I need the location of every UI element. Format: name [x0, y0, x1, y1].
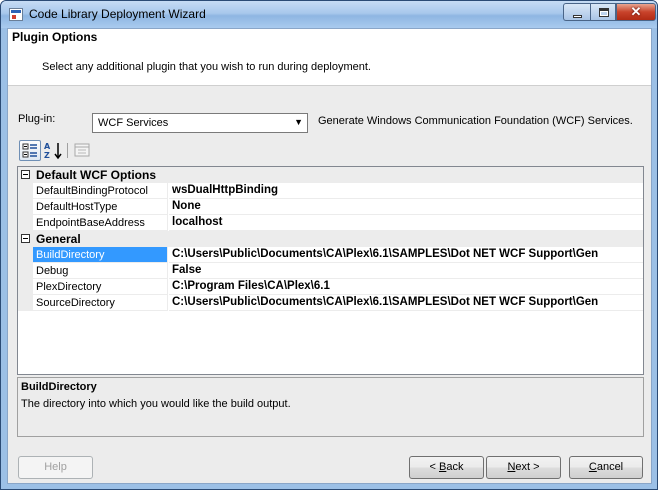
- row-margin: [18, 295, 33, 311]
- property-value[interactable]: False: [169, 263, 643, 279]
- property-name[interactable]: PlexDirectory: [33, 279, 168, 295]
- property-name[interactable]: DefaultHostType: [33, 199, 168, 215]
- property-row[interactable]: DefaultHostType None: [18, 199, 643, 215]
- cancel-button[interactable]: Cancel: [569, 456, 643, 479]
- page-description: Select any additional plugin that you wi…: [42, 61, 371, 73]
- maximize-icon: [599, 8, 609, 17]
- alphabetical-button[interactable]: A Z: [43, 140, 65, 161]
- row-margin: [18, 263, 33, 279]
- collapse-icon[interactable]: [21, 234, 30, 243]
- page-title: Plugin Options: [12, 30, 98, 44]
- property-name[interactable]: Debug: [33, 263, 168, 279]
- collapse-icon[interactable]: [21, 170, 30, 179]
- wizard-window: Code Library Deployment Wizard ✕ Plugin …: [0, 0, 658, 490]
- plugin-label: Plug-in:: [18, 113, 56, 125]
- next-button[interactable]: Next >: [486, 456, 561, 479]
- property-name[interactable]: EndpointBaseAddress: [33, 215, 168, 231]
- back-button-label: ack: [446, 461, 464, 473]
- wizard-client-area: Plugin Options Select any additional plu…: [7, 28, 652, 484]
- row-margin: [18, 247, 33, 263]
- minimize-button[interactable]: [563, 3, 590, 21]
- help-button-label: Help: [44, 461, 67, 473]
- next-button-label: ext >: [515, 461, 540, 473]
- category-row-general[interactable]: General: [18, 231, 643, 247]
- property-value[interactable]: None: [169, 199, 643, 215]
- chevron-down-icon[interactable]: ▼: [294, 117, 303, 127]
- back-button-prefix: <: [429, 461, 439, 473]
- property-description-panel: BuildDirectory The directory into which …: [17, 377, 644, 437]
- property-row[interactable]: EndpointBaseAddress localhost: [18, 215, 643, 231]
- property-value[interactable]: wsDualHttpBinding: [169, 183, 643, 199]
- category-label: General: [36, 232, 81, 246]
- row-margin: [18, 279, 33, 295]
- property-value[interactable]: C:\Program Files\CA\Plex\6.1: [169, 279, 643, 295]
- property-row[interactable]: PlexDirectory C:\Program Files\CA\Plex\6…: [18, 279, 643, 295]
- property-row[interactable]: SourceDirectory C:\Users\Public\Document…: [18, 295, 643, 311]
- categorized-button[interactable]: [19, 140, 41, 161]
- maximize-button[interactable]: [590, 3, 616, 21]
- page-header: Plugin Options Select any additional plu…: [8, 29, 651, 86]
- back-button[interactable]: < Back: [409, 456, 484, 479]
- property-grid[interactable]: Default WCF Options DefaultBindingProtoc…: [17, 166, 644, 375]
- property-row[interactable]: DefaultBindingProtocol wsDualHttpBinding: [18, 183, 643, 199]
- minimize-icon: [573, 15, 582, 18]
- svg-text:A: A: [44, 142, 51, 151]
- cancel-button-mnemonic: C: [588, 461, 597, 473]
- category-label: Default WCF Options: [36, 168, 156, 182]
- alphabetical-icon: A Z: [44, 142, 62, 160]
- property-value[interactable]: C:\Users\Public\Documents\CA\Plex\6.1\SA…: [169, 247, 643, 263]
- property-pages-button[interactable]: [71, 140, 93, 161]
- property-row-selected[interactable]: BuildDirectory C:\Users\Public\Documents…: [18, 247, 643, 263]
- categorized-icon: [22, 143, 37, 158]
- plugin-dropdown[interactable]: WCF Services ▼: [92, 113, 308, 133]
- description-title: BuildDirectory: [21, 381, 97, 393]
- property-value[interactable]: C:\Users\Public\Documents\CA\Plex\6.1\SA…: [169, 295, 643, 311]
- help-button[interactable]: Help: [18, 456, 93, 479]
- toolbar-separator: [67, 143, 68, 158]
- cancel-button-label: ancel: [596, 461, 624, 473]
- property-name[interactable]: DefaultBindingProtocol: [33, 183, 168, 199]
- property-name[interactable]: SourceDirectory: [33, 295, 168, 311]
- row-margin: [18, 183, 33, 199]
- category-row-default-wcf-options[interactable]: Default WCF Options: [18, 167, 643, 183]
- close-icon: ✕: [630, 4, 642, 19]
- row-margin: [18, 215, 33, 231]
- plugin-dropdown-value: WCF Services: [98, 117, 169, 129]
- property-value[interactable]: localhost: [169, 215, 643, 231]
- close-button[interactable]: ✕: [616, 3, 656, 21]
- row-margin: [18, 199, 33, 215]
- description-text: The directory into which you would like …: [21, 398, 291, 410]
- window-title: Code Library Deployment Wizard: [29, 7, 206, 21]
- plugin-description: Generate Windows Communication Foundatio…: [318, 115, 633, 127]
- property-pages-icon: [74, 143, 90, 157]
- property-name[interactable]: BuildDirectory: [33, 247, 168, 263]
- svg-text:Z: Z: [44, 151, 50, 160]
- property-row[interactable]: Debug False: [18, 263, 643, 279]
- title-bar[interactable]: Code Library Deployment Wizard ✕: [1, 1, 657, 28]
- property-grid-toolbar: A Z: [17, 140, 107, 162]
- app-icon: [9, 8, 23, 21]
